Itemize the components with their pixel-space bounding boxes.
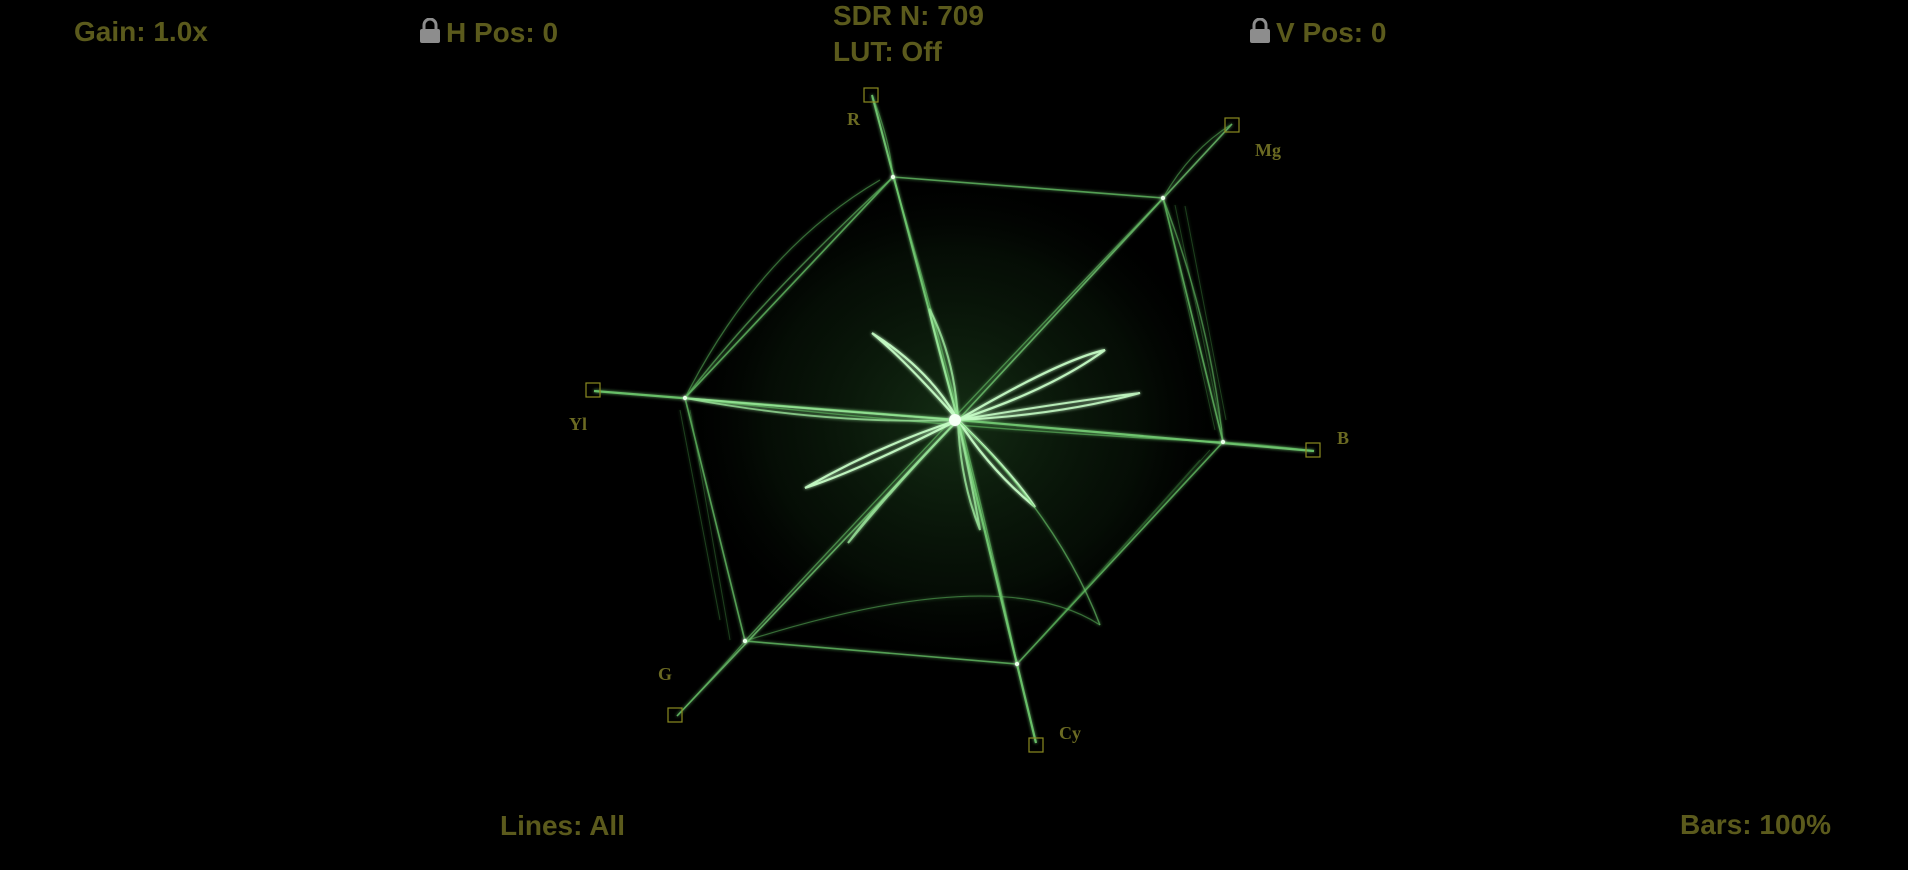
target-label-r: R — [847, 109, 861, 129]
target-box-r — [863, 87, 879, 103]
target-label-cy: Cy — [1059, 723, 1081, 743]
target-label-yl: Yl — [569, 414, 587, 434]
target-label-b: B — [1337, 428, 1349, 448]
target-box-g — [667, 707, 683, 723]
vectorscope-display: R Mg B Cy G Yl — [569, 87, 1349, 753]
trace-center-hotspot — [949, 414, 961, 426]
target-label-mg: Mg — [1255, 140, 1281, 160]
target-label-g: G — [658, 664, 672, 684]
target-box-yl — [585, 382, 601, 398]
